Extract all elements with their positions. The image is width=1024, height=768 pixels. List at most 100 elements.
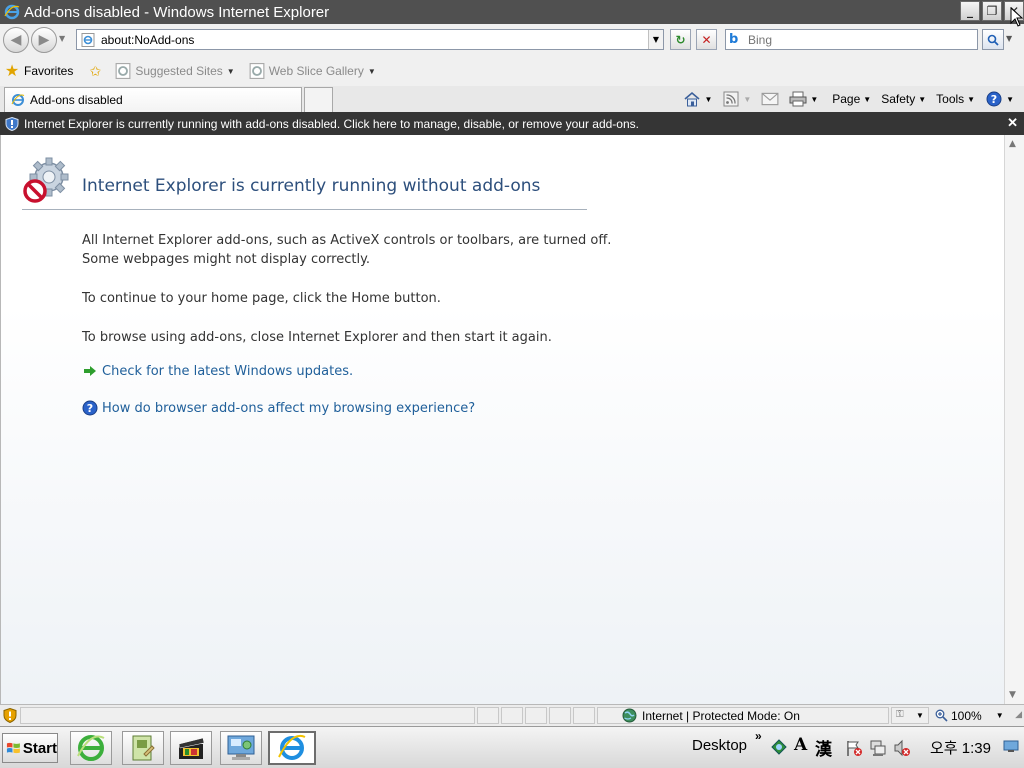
status-pane xyxy=(573,707,595,724)
safety-menu-label: Safety xyxy=(881,92,916,106)
tab-add-ons-disabled[interactable]: Add-ons disabled xyxy=(4,87,302,112)
close-information-bar-icon[interactable]: ✕ xyxy=(1007,115,1018,131)
chevron-down-icon: ▼ xyxy=(367,66,376,76)
chevron-down-icon: ▼ xyxy=(743,94,752,104)
read-mail-button[interactable] xyxy=(761,91,779,107)
language-bar-icon[interactable] xyxy=(771,739,787,755)
search-icon xyxy=(987,34,999,46)
taskbar-internet-explorer-icon[interactable] xyxy=(268,731,316,765)
search-button[interactable] xyxy=(982,29,1004,50)
status-bar: Internet | Protected Mode: On ⚿ ▼ 100% ▼… xyxy=(0,704,1024,726)
favorites-button[interactable]: ★ Favorites xyxy=(4,63,74,80)
globe-icon xyxy=(622,708,637,723)
scroll-down-icon[interactable]: ▼ xyxy=(1009,690,1016,700)
refresh-button[interactable]: ↻ xyxy=(670,29,691,50)
security-zone[interactable]: Internet | Protected Mode: On xyxy=(622,707,800,724)
printer-icon xyxy=(789,91,807,107)
show-desktop-icon[interactable] xyxy=(1003,740,1019,753)
ie-logo-icon xyxy=(4,4,20,20)
navigation-bar: ◀ ▶ ▼ about:NoAdd-ons ▼ ↻ ✕ b ▼ xyxy=(0,24,1024,56)
add-favorite-star-icon: ✩ xyxy=(89,62,102,79)
start-label: Start xyxy=(22,739,57,757)
protected-mode-pane[interactable]: ⚿ ▼ xyxy=(891,707,929,724)
page-icon xyxy=(115,63,131,79)
ime-hanja-icon[interactable]: 漢 xyxy=(815,735,832,760)
help-icon: ? xyxy=(986,91,1002,107)
taskbar-document-icon[interactable] xyxy=(122,731,164,765)
vertical-scrollbar[interactable]: ▲ ▼ xyxy=(1004,135,1024,704)
help-menu[interactable]: ? ▼ xyxy=(985,91,1014,107)
warning-shield-icon[interactable] xyxy=(3,708,17,723)
status-text-pane xyxy=(20,707,475,724)
action-center-flag-icon[interactable] xyxy=(845,739,863,757)
information-bar[interactable]: Internet Explorer is currently running w… xyxy=(0,112,1024,135)
addons-help-link[interactable]: ? How do browser add-ons affect my brows… xyxy=(82,400,475,416)
ime-input-mode-icon[interactable]: A xyxy=(794,735,807,755)
zoom-level-button[interactable]: 100% ▼ xyxy=(935,707,1004,724)
restore-button[interactable]: ❐ xyxy=(982,1,1002,21)
address-bar[interactable]: about:NoAdd-ons ▼ xyxy=(76,29,664,50)
feeds-button[interactable]: ▼ xyxy=(722,91,751,107)
minimize-button[interactable]: _ xyxy=(960,1,980,21)
favorites-bar-item-suggested-sites[interactable]: Suggested Sites ▼ xyxy=(115,63,235,79)
system-clock[interactable]: 오후 1:39 xyxy=(930,737,991,758)
tab-row: Add-ons disabled ▼ ▼ ▼ Page ▼ Safety ▼ T… xyxy=(0,86,1024,112)
stop-button[interactable]: ✕ xyxy=(696,29,717,50)
favorites-bar-item-web-slice-gallery[interactable]: Web Slice Gallery ▼ xyxy=(249,63,376,79)
scroll-up-icon[interactable]: ▲ xyxy=(1009,139,1016,149)
search-input[interactable] xyxy=(748,32,948,47)
zoom-icon xyxy=(935,709,948,722)
taskbar-ie-green-icon[interactable] xyxy=(70,731,112,765)
web-slice-gallery-label: Web Slice Gallery xyxy=(268,64,364,78)
status-pane xyxy=(501,707,523,724)
resize-grip-icon[interactable]: ◢ xyxy=(1015,709,1022,720)
star-icon: ★ xyxy=(4,63,20,80)
desktop-toolbar-label[interactable]: Desktop xyxy=(692,737,747,754)
information-bar-text[interactable]: Internet Explorer is currently running w… xyxy=(24,117,639,131)
shield-icon xyxy=(5,116,19,131)
green-arrow-icon xyxy=(82,363,98,379)
start-button[interactable]: Start xyxy=(2,733,58,763)
status-pane xyxy=(549,707,571,724)
page-icon xyxy=(249,63,265,79)
windows-flag-icon xyxy=(6,742,20,754)
windows-update-link-text[interactable]: Check for the latest Windows updates. xyxy=(102,364,353,379)
taskbar-control-panel-icon[interactable] xyxy=(220,731,262,765)
back-button[interactable]: ◀ xyxy=(3,27,29,53)
address-dropdown-icon[interactable]: ▼ xyxy=(648,30,663,49)
add-to-favorites-bar-button[interactable]: ✩ xyxy=(87,63,107,79)
new-tab-button[interactable] xyxy=(304,87,333,112)
taskbar-movie-maker-icon[interactable] xyxy=(170,731,212,765)
chevron-down-icon: ▼ xyxy=(967,94,976,104)
addons-help-link-text[interactable]: How do browser add-ons affect my browsin… xyxy=(102,401,475,416)
paragraph-addons-off: All Internet Explorer add-ons, such as A… xyxy=(82,231,611,269)
rss-feed-icon xyxy=(723,91,739,107)
address-text[interactable]: about:NoAdd-ons xyxy=(101,33,194,47)
recent-pages-dropdown-icon[interactable]: ▼ xyxy=(59,34,69,44)
tab-label: Add-ons disabled xyxy=(30,93,123,107)
chevron-down-icon: ▼ xyxy=(916,711,924,720)
print-button[interactable]: ▼ xyxy=(789,91,818,107)
paragraph-line: Some webpages might not display correctl… xyxy=(82,252,371,267)
home-button[interactable]: ▼ xyxy=(683,91,712,107)
favorites-bar: ★ Favorites ✩ Suggested Sites ▼ Web Slic… xyxy=(0,56,1024,86)
title-divider xyxy=(22,209,587,210)
status-pane xyxy=(525,707,547,724)
svg-text:?: ? xyxy=(991,93,997,106)
safety-menu[interactable]: Safety ▼ xyxy=(881,92,926,106)
search-options-dropdown-icon[interactable]: ▼ xyxy=(1006,34,1012,43)
page-menu[interactable]: Page ▼ xyxy=(832,92,871,106)
window-title: Add-ons disabled - Windows Internet Expl… xyxy=(24,3,330,21)
page-icon xyxy=(81,32,95,47)
network-icon[interactable] xyxy=(869,739,887,757)
toolbar-overflow-icon[interactable]: » xyxy=(755,729,762,743)
tools-menu-label: Tools xyxy=(936,92,965,106)
forward-button[interactable]: ▶ xyxy=(31,27,57,53)
taskbar: Start Desktop » A 漢 xyxy=(0,726,1024,768)
windows-update-link[interactable]: Check for the latest Windows updates. xyxy=(82,363,353,379)
svg-text:?: ? xyxy=(87,402,93,415)
tools-menu[interactable]: Tools ▼ xyxy=(936,92,975,106)
chevron-down-icon: ▼ xyxy=(810,94,819,104)
volume-muted-icon[interactable] xyxy=(893,739,911,757)
search-box[interactable]: b xyxy=(725,29,978,50)
